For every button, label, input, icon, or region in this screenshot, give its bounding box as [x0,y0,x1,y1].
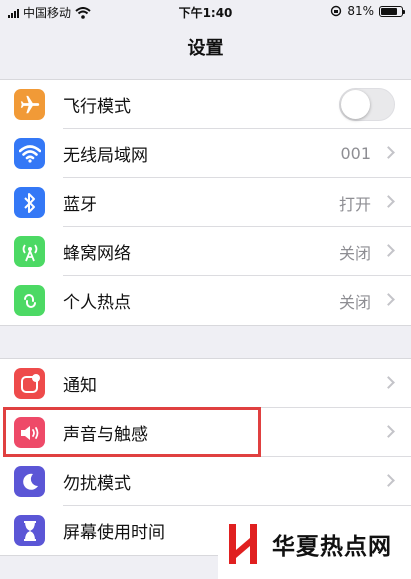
sound-icon [14,417,45,448]
settings-row-personal-hotspot[interactable]: 个人热点 关闭 [0,276,411,325]
moon-icon [14,466,45,497]
settings-row-notifications[interactable]: 通知 [0,359,411,408]
airplane-mode-toggle[interactable] [339,88,395,121]
chevron-right-icon [382,293,395,306]
settings-row-label: 蜂窝网络 [63,244,131,264]
settings-row-airplane-mode[interactable]: 飞行模式 [0,80,411,129]
watermark-text: 华夏热点网 [272,533,392,560]
navigation-bar: 设置 [0,24,411,70]
chevron-right-icon [382,244,395,257]
status-bar: 中国移动 下午1:40 81% [0,0,411,24]
settings-row-bluetooth[interactable]: 蓝牙 打开 [0,178,411,227]
airplane-icon [14,89,45,120]
orientation-lock-icon [331,5,342,17]
settings-row-wlan[interactable]: 无线局域网 001 [0,129,411,178]
notifications-icon [14,368,45,399]
chevron-right-icon [382,146,395,159]
settings-group-connectivity: 飞行模式 无线局域网 001 蓝牙 打开 蜂窝网络 关闭 个人热点 关闭 [0,79,411,326]
chevron-right-icon [382,425,395,438]
hourglass-icon [14,515,45,546]
settings-row-value: 关闭 [338,292,371,312]
settings-row-label: 无线局域网 [63,146,148,166]
chevron-right-icon [382,474,395,487]
battery-percent: 81% [347,4,374,18]
settings-row-label: 勿扰模式 [63,474,131,494]
settings-row-value: 关闭 [338,243,371,263]
wifi-icon [14,138,45,169]
settings-row-label: 声音与触感 [63,425,148,445]
chevron-right-icon [382,195,395,208]
cellular-icon [14,236,45,267]
hotspot-icon [14,285,45,316]
settings-row-label: 蓝牙 [63,195,97,215]
settings-row-label: 通知 [63,376,97,396]
battery-level-fill [381,7,398,15]
settings-row-label: 飞行模式 [63,97,131,117]
toggle-knob [341,90,370,119]
battery-icon [379,5,405,17]
settings-row-value: 001 [340,144,371,163]
watermark: 华夏热点网 [218,508,411,579]
settings-row-do-not-disturb[interactable]: 勿扰模式 [0,457,411,506]
settings-row-cellular[interactable]: 蜂窝网络 关闭 [0,227,411,276]
bluetooth-icon [14,187,45,218]
settings-row-sounds-haptics[interactable]: 声音与触感 [0,408,411,457]
settings-row-value: 打开 [338,194,371,214]
page-title: 设置 [187,38,224,59]
status-right: 81% [330,4,405,18]
settings-row-label: 个人热点 [63,293,131,313]
settings-row-label: 屏幕使用时间 [63,523,165,543]
chevron-right-icon [382,376,395,389]
watermark-logo-icon [229,523,257,564]
